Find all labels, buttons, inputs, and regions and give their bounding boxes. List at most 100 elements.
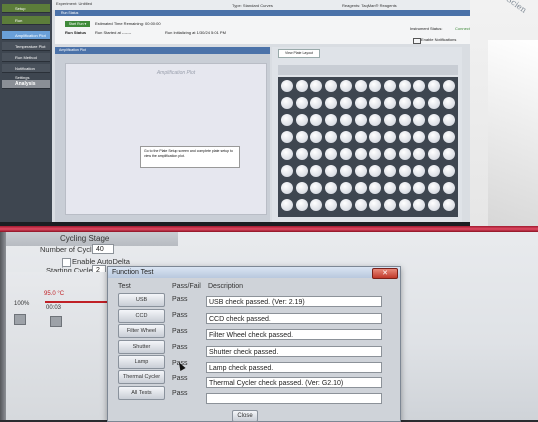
plate-well[interactable] (281, 199, 293, 211)
plate-well[interactable] (339, 131, 352, 143)
plate-well[interactable] (339, 165, 352, 177)
plate-well[interactable] (354, 199, 367, 211)
plate-well[interactable] (310, 97, 323, 109)
plate-well[interactable] (295, 97, 308, 109)
plate-well[interactable] (428, 80, 440, 92)
plate-well[interactable] (398, 165, 411, 177)
plate-well[interactable] (325, 199, 338, 211)
plate-well[interactable] (354, 80, 367, 92)
plate-well[interactable] (325, 97, 338, 109)
plate-well[interactable] (295, 165, 308, 177)
plate-well[interactable] (281, 165, 293, 177)
sidebar-item-amplification-plot[interactable]: Amplification Plot (2, 31, 50, 40)
plate-well[interactable] (428, 131, 440, 143)
plate-well[interactable] (295, 131, 308, 143)
plate-well[interactable] (413, 165, 426, 177)
plate-well[interactable] (354, 97, 367, 109)
plate-well[interactable] (398, 148, 411, 160)
sidebar-item-analysis[interactable]: Analysis (2, 80, 50, 89)
plate-well[interactable] (383, 199, 396, 211)
plate-well[interactable] (383, 80, 396, 92)
plate-well[interactable] (398, 80, 411, 92)
plate-well[interactable] (428, 199, 440, 211)
plate-well[interactable] (310, 165, 323, 177)
plate-well[interactable] (354, 165, 367, 177)
plate-well[interactable] (354, 148, 367, 160)
plate-well[interactable] (428, 97, 440, 109)
test-all-tests-button[interactable]: All Tests (118, 386, 165, 400)
plate-well[interactable] (325, 114, 338, 126)
close-button[interactable]: Close (232, 410, 258, 422)
test-ccd-button[interactable]: CCD (118, 309, 165, 323)
plate-well[interactable] (398, 182, 411, 194)
plate-well[interactable] (295, 80, 308, 92)
plate-well[interactable] (428, 165, 440, 177)
plate-well[interactable] (310, 148, 323, 160)
plate-well[interactable] (413, 182, 426, 194)
plate-well[interactable] (354, 114, 367, 126)
plate-well[interactable] (398, 199, 411, 211)
plate-well[interactable] (281, 182, 293, 194)
plate-well[interactable] (442, 80, 455, 92)
plate-well[interactable] (442, 114, 455, 126)
plate-well[interactable] (442, 165, 455, 177)
sidebar-item-setup[interactable]: Setup (2, 4, 50, 13)
sidebar-item-temperature-plot[interactable]: Temperature Plot (2, 42, 50, 51)
plate-well[interactable] (339, 80, 352, 92)
plate-well[interactable] (310, 131, 323, 143)
test-thermal-cycler-button[interactable]: Thermal Cycler (118, 370, 165, 384)
plate-well[interactable] (325, 182, 338, 194)
plate-well[interactable] (398, 131, 411, 143)
plate-well[interactable] (413, 114, 426, 126)
plate-well[interactable] (339, 148, 352, 160)
plate-well[interactable] (369, 131, 382, 143)
plate-well[interactable] (369, 182, 382, 194)
plate-well[interactable] (354, 182, 367, 194)
plate-well[interactable] (413, 131, 426, 143)
ramp-step-icon[interactable] (14, 314, 26, 325)
plate-well[interactable] (383, 114, 396, 126)
plate-well[interactable] (325, 148, 338, 160)
close-icon[interactable]: ✕ (372, 268, 398, 279)
plate-well[interactable] (281, 80, 293, 92)
plate-well[interactable] (281, 97, 293, 109)
plate-well[interactable] (325, 131, 338, 143)
plate-well[interactable] (383, 165, 396, 177)
plate-well[interactable] (398, 97, 411, 109)
plate-well[interactable] (428, 148, 440, 160)
sidebar-item-run-method[interactable]: Run Method (2, 53, 50, 62)
plate-well[interactable] (369, 148, 382, 160)
test-shutter-button[interactable]: Shutter (118, 340, 165, 354)
plate-well[interactable] (310, 80, 323, 92)
plate-well[interactable] (442, 182, 455, 194)
plate-well[interactable] (281, 148, 293, 160)
test-usb-button[interactable]: USB (118, 293, 165, 307)
start-run-button[interactable]: Start Run ▾ (65, 21, 90, 27)
plate-well[interactable] (281, 114, 293, 126)
plate-well[interactable] (398, 114, 411, 126)
notifications-checkbox[interactable] (413, 38, 421, 44)
plate-well[interactable] (442, 131, 455, 143)
plate-well[interactable] (442, 97, 455, 109)
sidebar-item-run[interactable]: Run (2, 16, 50, 25)
plate-well[interactable] (383, 148, 396, 160)
plate-well[interactable] (369, 80, 382, 92)
hold-step-icon[interactable] (50, 316, 62, 327)
plate-well[interactable] (383, 131, 396, 143)
plate-well[interactable] (442, 199, 455, 211)
plate-well[interactable] (413, 148, 426, 160)
number-of-cycles-input[interactable]: 40 (92, 244, 114, 254)
plate-well[interactable] (310, 114, 323, 126)
plate-well[interactable] (413, 199, 426, 211)
sidebar-item-notification-settings[interactable]: Notification Settings (2, 64, 50, 80)
plate-well[interactable] (428, 182, 440, 194)
test-lamp-button[interactable]: Lamp (118, 355, 165, 369)
test-filter-wheel-button[interactable]: Filter Wheel (118, 324, 165, 338)
plate-well[interactable] (413, 80, 426, 92)
plate-well[interactable] (383, 97, 396, 109)
plate-well[interactable] (369, 199, 382, 211)
plate-well[interactable] (369, 165, 382, 177)
plate-well[interactable] (295, 199, 308, 211)
plate-well[interactable] (295, 114, 308, 126)
plate-well[interactable] (413, 97, 426, 109)
